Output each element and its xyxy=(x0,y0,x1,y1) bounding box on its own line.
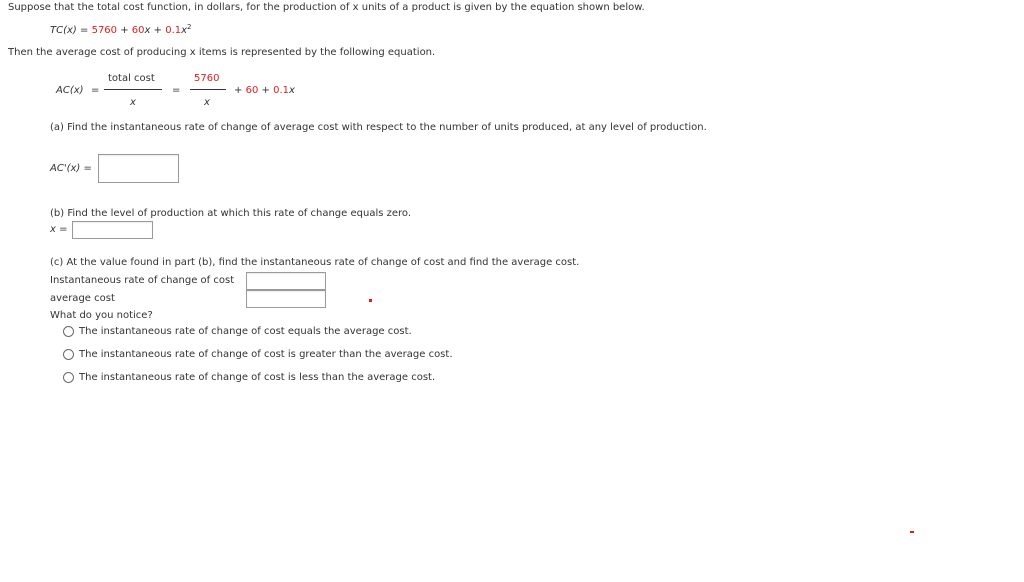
tc-equation: TC(x) = 5760 + 60x + 0.1x2 xyxy=(50,23,192,37)
tc-var1: x xyxy=(144,25,151,36)
part-a-question: (a) Find the instantaneous rate of chang… xyxy=(50,122,707,133)
ac-lhs: AC(x) xyxy=(56,85,84,96)
option-less-radio[interactable] xyxy=(63,372,74,383)
tc-plus2: + xyxy=(153,25,163,36)
ac-frac2-numerator: 5760 xyxy=(194,73,220,84)
stray-mark-icon xyxy=(910,531,914,533)
option-less-label[interactable]: The instantaneous rate of change of cost… xyxy=(79,372,435,383)
option-greater-radio[interactable] xyxy=(63,349,74,360)
ac-equals: = xyxy=(91,85,100,96)
tc-exponent: 2 xyxy=(187,23,192,31)
ac-frac2-line xyxy=(190,89,226,90)
part-b-equals: = xyxy=(59,224,68,235)
ac-term2-coef: 0.1 xyxy=(273,85,289,96)
ac-frac1-numerator: total cost xyxy=(108,73,155,84)
ac-plus2: + xyxy=(261,85,270,96)
rate-of-change-input[interactable] xyxy=(246,272,326,290)
ac-frac2-denominator: x xyxy=(204,97,210,108)
average-cost-label: average cost xyxy=(50,293,115,304)
tc-coef1: 60 xyxy=(131,25,145,36)
ac-tail: + 60 + 0.1x xyxy=(234,85,295,96)
tc-equals: = xyxy=(80,25,89,36)
part-b-question: (b) Find the level of production at whic… xyxy=(50,208,412,219)
ac-term2-var: x xyxy=(288,85,295,96)
average-intro-text: Then the average cost of producing x ite… xyxy=(8,47,436,58)
part-a-label-group: AC'(x) = xyxy=(50,163,92,174)
tc-const: 5760 xyxy=(91,25,118,36)
part-a-answer-input[interactable] xyxy=(98,154,179,183)
part-b-label-group: x = xyxy=(50,224,68,235)
part-b-answer-input[interactable] xyxy=(72,221,153,239)
option-equals-radio[interactable] xyxy=(63,326,74,337)
option-greater-label[interactable]: The instantaneous rate of change of cost… xyxy=(79,349,453,360)
ac-plus1: + xyxy=(234,85,243,96)
option-equals-label[interactable]: The instantaneous rate of change of cost… xyxy=(79,326,412,337)
rate-of-change-label: Instantaneous rate of change of cost xyxy=(50,275,235,286)
ac-frac1-line xyxy=(104,89,162,90)
required-marker-icon xyxy=(369,299,372,302)
intro-text: Suppose that the total cost function, in… xyxy=(8,2,645,13)
part-b-label: x xyxy=(50,224,56,235)
ac-equals2: = xyxy=(172,85,181,96)
notice-label: What do you notice? xyxy=(50,310,153,321)
average-cost-input[interactable] xyxy=(246,290,326,308)
ac-frac1-denominator: x xyxy=(130,97,136,108)
part-a-label: AC'(x) xyxy=(50,163,81,174)
tc-plus1: + xyxy=(120,25,129,36)
tc-lhs: TC(x) xyxy=(50,25,77,36)
tc-coef2: 0.1 xyxy=(165,25,182,36)
part-c-question: (c) At the value found in part (b), find… xyxy=(50,257,580,268)
ac-term1: 60 xyxy=(245,85,259,96)
part-a-equals: = xyxy=(83,163,92,174)
